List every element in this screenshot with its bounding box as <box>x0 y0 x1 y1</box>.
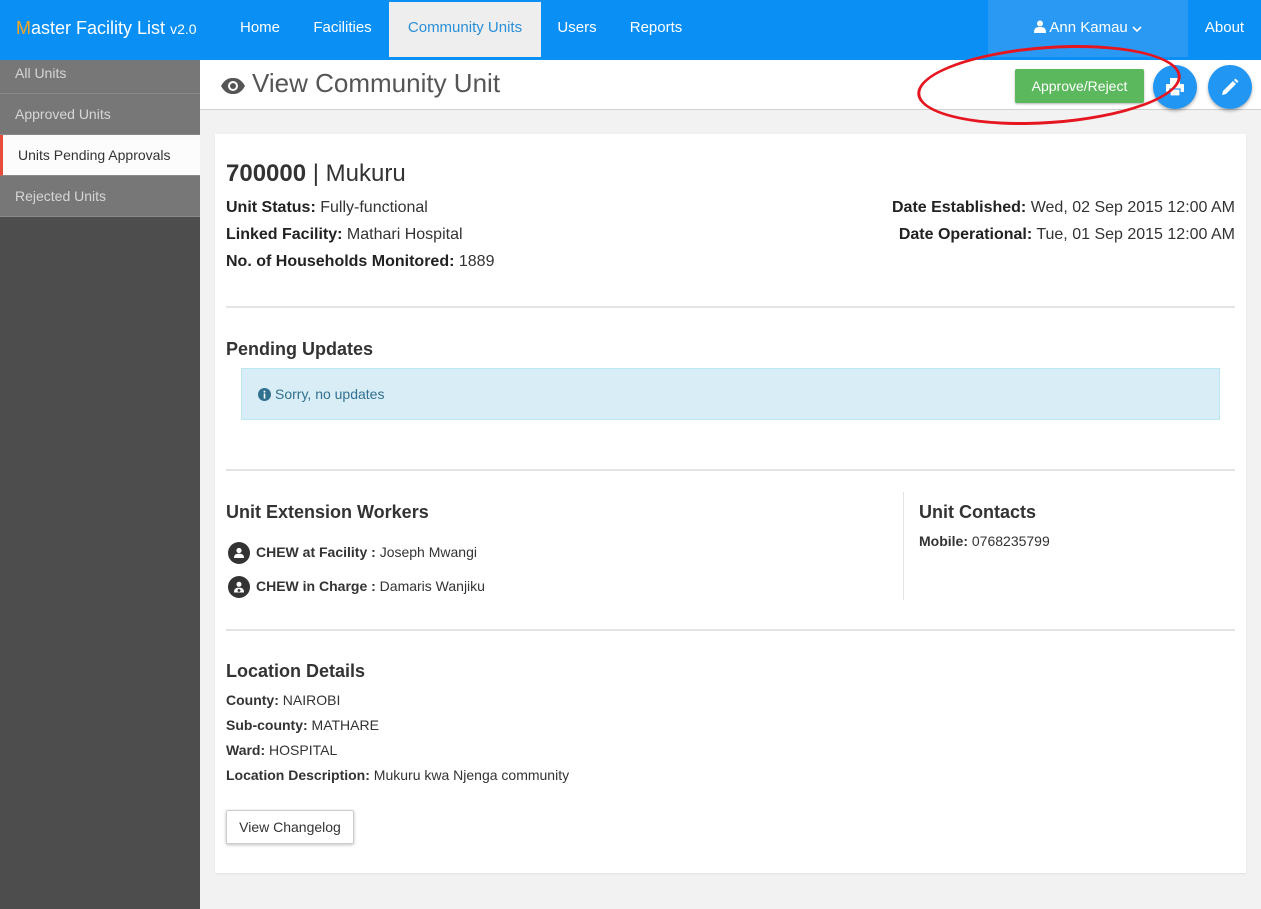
unit-separator: | <box>312 160 319 187</box>
location-description: Location Description: Mukuru kwa Njenga … <box>226 767 569 783</box>
date-established-label: Date Established: <box>891 199 1027 216</box>
pending-updates-heading: Pending Updates <box>226 339 374 359</box>
pencil-icon <box>1222 78 1239 95</box>
user-icon <box>1034 20 1047 33</box>
location-ward: Ward: HOSPITAL <box>226 742 337 758</box>
ward-value: HOSPITAL <box>269 742 338 758</box>
contact-mobile: Mobile: 0768235799 <box>919 533 1050 549</box>
unit-code: 700000 <box>226 160 307 187</box>
date-operational-value: Tue, 01 Sep 2015 12:00 AM <box>1036 226 1235 243</box>
unit-status-label: Unit Status: <box>226 199 316 216</box>
approve-reject-button[interactable]: Approve/Reject <box>1015 69 1144 103</box>
chevron-down-icon <box>1132 26 1142 33</box>
sidebar: All Units Approved Units Units Pending A… <box>0 60 200 909</box>
households-monitored: No. of Households Monitored: 1889 <box>226 253 494 271</box>
print-icon <box>1166 78 1184 97</box>
unit-name: Mukuru <box>325 160 406 187</box>
user-name: Ann Kamau <box>1049 19 1128 36</box>
county-value: NAIROBI <box>282 692 341 708</box>
subcounty-value: MATHARE <box>311 717 379 733</box>
nav-facilities[interactable]: Facilities <box>296 2 389 57</box>
view-changelog-button[interactable]: View Changelog <box>226 810 354 844</box>
nav-home[interactable]: Home <box>224 2 296 57</box>
nav-about[interactable]: About <box>1188 2 1261 57</box>
nav-reports[interactable]: Reports <box>613 2 699 57</box>
households-value: 1889 <box>458 253 495 270</box>
nav-community-units[interactable]: Community Units <box>389 2 541 57</box>
unit-status-value: Fully-functional <box>320 199 428 216</box>
worker-chew-facility: CHEW at Facility : Joseph Mwangi <box>256 544 477 560</box>
date-established: Date Established: Wed, 02 Sep 2015 12:00… <box>892 199 1235 217</box>
worker-name: Damaris Wanjiku <box>379 578 485 594</box>
brand-name: aster Facility List <box>31 18 166 38</box>
brand-first-letter: M <box>16 18 31 38</box>
date-established-value: Wed, 02 Sep 2015 12:00 AM <box>1030 199 1235 216</box>
unit-heading: 700000 | Mukuru <box>226 160 406 188</box>
sidebar-item-approved-units[interactable]: Approved Units <box>0 94 200 135</box>
divider <box>226 629 1235 631</box>
nav-users[interactable]: Users <box>541 2 613 57</box>
worker-label: CHEW at Facility : <box>256 544 376 560</box>
location-description-label: Location Description: <box>226 767 370 783</box>
unit-detail-card: 700000 | Mukuru Unit Status: Fully-funct… <box>215 134 1246 873</box>
top-navbar: Master Facility List v2.0 Home Facilitie… <box>0 0 1261 60</box>
sidebar-item-pending-approvals[interactable]: Units Pending Approvals <box>0 135 200 176</box>
location-county: County: NAIROBI <box>226 692 340 708</box>
worker-label: CHEW in Charge : <box>256 578 376 594</box>
date-operational-label: Date Operational: <box>898 226 1033 243</box>
extension-workers-heading: Unit Extension Workers <box>226 502 429 522</box>
user-icon <box>228 542 250 564</box>
linked-facility-label: Linked Facility: <box>226 226 343 243</box>
pending-updates-message: Sorry, no updates <box>275 386 385 402</box>
user-md-icon <box>228 576 250 598</box>
sidebar-item-rejected-units[interactable]: Rejected Units <box>0 176 200 217</box>
linked-facility-value: Mathari Hospital <box>346 226 463 243</box>
page-header: View Community Unit Approve/Reject <box>200 60 1261 110</box>
county-label: County: <box>226 692 279 708</box>
divider <box>226 306 1235 308</box>
worker-chew-in-charge: CHEW in Charge : Damaris Wanjiku <box>256 578 485 594</box>
location-description-value: Mukuru kwa Njenga community <box>373 767 570 783</box>
households-label: No. of Households Monitored: <box>226 253 455 270</box>
worker-name: Joseph Mwangi <box>379 544 477 560</box>
page-title-text: View Community Unit <box>252 68 501 98</box>
unit-contacts-heading: Unit Contacts <box>919 502 1036 522</box>
linked-facility: Linked Facility: Mathari Hospital <box>226 226 463 244</box>
user-menu-container: Ann Kamau <box>988 0 1188 57</box>
info-icon <box>258 388 271 401</box>
edit-button[interactable] <box>1208 65 1252 109</box>
contact-mobile-label: Mobile: <box>919 533 968 549</box>
sidebar-item-all-units[interactable]: All Units <box>0 60 200 94</box>
pending-updates-alert: Sorry, no updates <box>241 368 1220 420</box>
eye-icon <box>221 78 245 94</box>
date-operational: Date Operational: Tue, 01 Sep 2015 12:00… <box>899 226 1235 244</box>
column-divider <box>903 492 904 600</box>
location-details-heading: Location Details <box>226 661 366 681</box>
page-title: View Community Unit <box>220 66 500 100</box>
subcounty-label: Sub-county: <box>226 717 308 733</box>
user-menu[interactable]: Ann Kamau <box>988 0 1188 57</box>
brand-version: v2.0 <box>170 21 197 37</box>
ward-label: Ward: <box>226 742 266 758</box>
location-subcounty: Sub-county: MATHARE <box>226 717 379 733</box>
contact-mobile-value: 0768235799 <box>971 533 1050 549</box>
divider <box>226 469 1235 471</box>
print-button[interactable] <box>1153 65 1197 109</box>
unit-status: Unit Status: Fully-functional <box>226 199 428 217</box>
brand-logo[interactable]: Master Facility List v2.0 <box>16 0 197 57</box>
